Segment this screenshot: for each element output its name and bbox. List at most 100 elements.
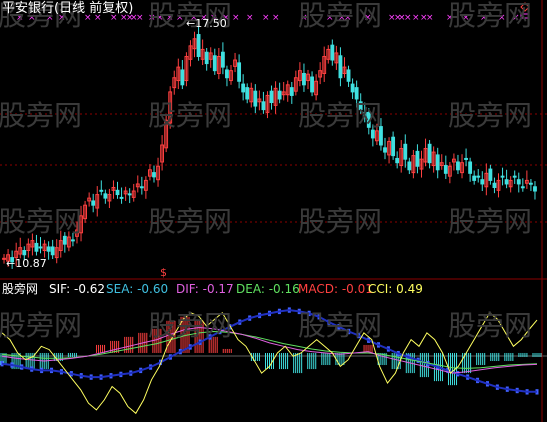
top-marker: × bbox=[364, 13, 372, 23]
top-marker: × bbox=[232, 13, 240, 23]
candle-body bbox=[269, 90, 274, 104]
candle-body bbox=[533, 186, 537, 192]
top-marker: × bbox=[136, 13, 144, 23]
stock-chart: × × × × × × × ×××× × × × × × × × × × × × × × × ×× × ×××× × ×× × × × × ×… bbox=[0, 0, 547, 422]
legend-sif: SIF: -0.62 bbox=[49, 282, 106, 296]
candle-body bbox=[370, 129, 375, 139]
candle-body bbox=[180, 69, 185, 86]
top-marker: × bbox=[462, 13, 470, 23]
top-marker: × bbox=[262, 13, 270, 23]
candle-body bbox=[302, 72, 306, 86]
legend-dea: DEA: -0.16 bbox=[236, 282, 300, 296]
candle-body bbox=[435, 154, 440, 171]
diamond-marker bbox=[520, 2, 530, 12]
low-price-label: ←10.87 bbox=[6, 257, 47, 270]
candle-body bbox=[516, 179, 521, 185]
candle-body bbox=[50, 246, 55, 256]
candle-body bbox=[456, 161, 460, 171]
chart-title: 平安银行(日线 前复权) bbox=[2, 1, 134, 16]
top-marker: × bbox=[326, 13, 334, 23]
candle-body bbox=[38, 246, 43, 249]
candle-body bbox=[212, 55, 217, 72]
top-marker: × bbox=[404, 13, 412, 23]
candle-body bbox=[225, 69, 229, 79]
candle-body bbox=[310, 76, 314, 93]
candle-body bbox=[115, 189, 120, 196]
candle-body bbox=[366, 111, 371, 128]
candle-body bbox=[362, 111, 367, 118]
candle-body bbox=[346, 69, 351, 82]
top-marker: × bbox=[344, 13, 352, 23]
candle-body bbox=[480, 179, 485, 185]
candle-body bbox=[464, 157, 468, 160]
legend-macd: MACD: -0.01 bbox=[298, 282, 373, 296]
candle-body bbox=[520, 186, 525, 189]
candle-body bbox=[472, 175, 477, 181]
candle-body bbox=[103, 193, 108, 199]
candle-body bbox=[383, 147, 387, 153]
candle-body bbox=[261, 101, 266, 111]
candle-body bbox=[91, 200, 96, 206]
candle-body bbox=[395, 157, 400, 164]
candle-body bbox=[338, 55, 343, 79]
top-marker: × bbox=[176, 13, 184, 23]
candle-body bbox=[99, 189, 104, 192]
candle-body bbox=[241, 83, 246, 93]
candle-body bbox=[415, 150, 420, 167]
candle-body bbox=[504, 179, 509, 185]
indicator-name: 股旁网 bbox=[2, 282, 39, 296]
candle-body bbox=[34, 242, 39, 252]
candle-body bbox=[427, 143, 432, 164]
candle-body bbox=[71, 239, 75, 242]
top-marker: × bbox=[446, 13, 454, 23]
candle-body bbox=[62, 235, 67, 245]
candle-body bbox=[350, 83, 355, 93]
high-price-label: ←17.50 bbox=[186, 17, 227, 30]
candle-body bbox=[443, 165, 448, 174]
legend-dif: DIF: -0.17 bbox=[176, 282, 234, 296]
top-marker: × bbox=[412, 13, 420, 23]
candle-body bbox=[127, 193, 132, 196]
candle-body bbox=[22, 250, 27, 256]
candle-body bbox=[277, 90, 282, 100]
candle-body bbox=[330, 44, 335, 61]
candle-body bbox=[289, 87, 294, 96]
top-marker: × bbox=[272, 13, 280, 23]
candle-body bbox=[468, 161, 473, 174]
top-marker: × bbox=[498, 13, 506, 23]
legend-sea: SEA: -0.60 bbox=[106, 282, 169, 296]
candle-body bbox=[237, 62, 242, 82]
top-marker: × bbox=[156, 13, 164, 23]
candle-body bbox=[139, 186, 144, 189]
top-marker: × bbox=[480, 13, 488, 23]
candle-body bbox=[253, 90, 258, 107]
candle-body bbox=[245, 87, 250, 100]
candle-body bbox=[403, 143, 408, 160]
candle-body bbox=[500, 175, 505, 178]
candle-body bbox=[476, 175, 481, 178]
legend-cci: CCI: 0.49 bbox=[368, 282, 423, 296]
candle-body bbox=[46, 246, 51, 252]
candle-body bbox=[391, 136, 396, 157]
top-marker: × bbox=[148, 13, 156, 23]
candle-body bbox=[358, 101, 363, 111]
candle-body bbox=[354, 87, 359, 100]
top-marker: × bbox=[512, 13, 520, 23]
chart-stage: × × × × × × × × × × × × × × × × × × × × × × × × × × × × × × × × × × × × × × × ×… bbox=[0, 0, 547, 422]
candle-body bbox=[196, 34, 201, 57]
candle-body bbox=[204, 51, 209, 65]
candle-body bbox=[529, 182, 533, 185]
candle-body bbox=[512, 175, 517, 178]
signal-marker: $ bbox=[160, 266, 167, 279]
top-marker: × bbox=[166, 13, 174, 23]
candle-body bbox=[492, 182, 497, 188]
candle-body bbox=[379, 126, 383, 146]
marker-box bbox=[520, 13, 530, 19]
top-marker: × bbox=[300, 13, 308, 23]
candle-body bbox=[488, 168, 493, 181]
candle-body bbox=[407, 161, 412, 171]
candle-body bbox=[119, 196, 124, 199]
top-marker: × bbox=[426, 13, 434, 23]
top-marker: × bbox=[246, 13, 254, 23]
candle-body bbox=[220, 51, 225, 68]
